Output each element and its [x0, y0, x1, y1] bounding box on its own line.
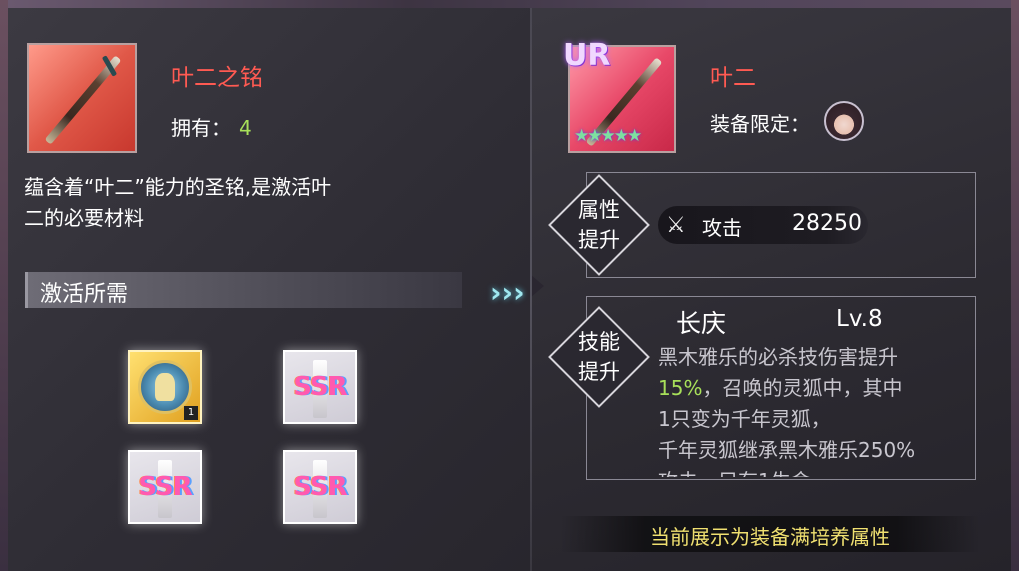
skill-name: 长庆 [676, 309, 727, 338]
slot-count-badge: 1 [184, 406, 198, 420]
equipment-item-name: 叶二 [710, 65, 756, 91]
description-line-1: 蕴含着“叶二”能力的圣铭,是激活叶 [24, 175, 332, 199]
own-count: 4 [239, 116, 252, 140]
requirement-slot-ssr[interactable]: SSR [128, 450, 202, 524]
requirement-slot-ssr[interactable]: SSR [283, 450, 357, 524]
material-description: 蕴含着“叶二”能力的圣铭,是激活叶 二的必要材料 [24, 172, 444, 234]
requirement-header-label: 激活所需 [40, 282, 129, 307]
ssr-rarity-label: SSR [138, 472, 192, 502]
material-item-name: 叶二之铭 [171, 65, 263, 91]
background-left-edge [0, 0, 8, 571]
attack-label: 攻击 [702, 216, 742, 240]
background-top-strip [0, 0, 1019, 8]
requirement-header: 激活所需 [25, 272, 462, 308]
skill-highlight-value: 15% [658, 376, 703, 400]
panel-divider [530, 8, 532, 571]
attack-value: 28250 [792, 211, 862, 236]
ssr-rarity-label: SSR [293, 472, 347, 502]
character-avatar[interactable] [824, 101, 864, 141]
max-upgrade-note-text: 当前展示为装备满培养属性 [650, 525, 890, 549]
ssr-rarity-label: SSR [293, 372, 347, 402]
chevron-right-icon: ››› [490, 276, 525, 309]
crossed-swords-icon: ⚔ [666, 213, 686, 238]
equipment-restrict-label: 装备限定： [710, 112, 810, 136]
skill-level: Lv.8 [836, 306, 883, 332]
own-label: 拥有： [171, 116, 231, 140]
attribute-section-label: 属性 提升 [578, 198, 620, 252]
ur-rarity-badge: UR [563, 38, 611, 73]
requirement-slot-ssr[interactable]: SSR [283, 350, 357, 424]
skill-section-label: 技能 提升 [578, 330, 620, 384]
skill-description[interactable]: 黑木雅乐的必杀技伤害提升 15%，召唤的灵狐中，其中 1只变为千年灵狐， 千年灵… [658, 342, 974, 477]
requirement-slot-medal[interactable]: 1 [128, 350, 202, 424]
own-count-row: 拥有： 4 [171, 112, 252, 141]
material-item-icon [27, 43, 137, 153]
star-rating-icon: ★★★★★ [574, 126, 642, 146]
background-right-edge [1011, 0, 1019, 571]
max-upgrade-note: 当前展示为装备满培养属性 [560, 516, 980, 552]
description-line-2: 二的必要材料 [24, 206, 144, 230]
